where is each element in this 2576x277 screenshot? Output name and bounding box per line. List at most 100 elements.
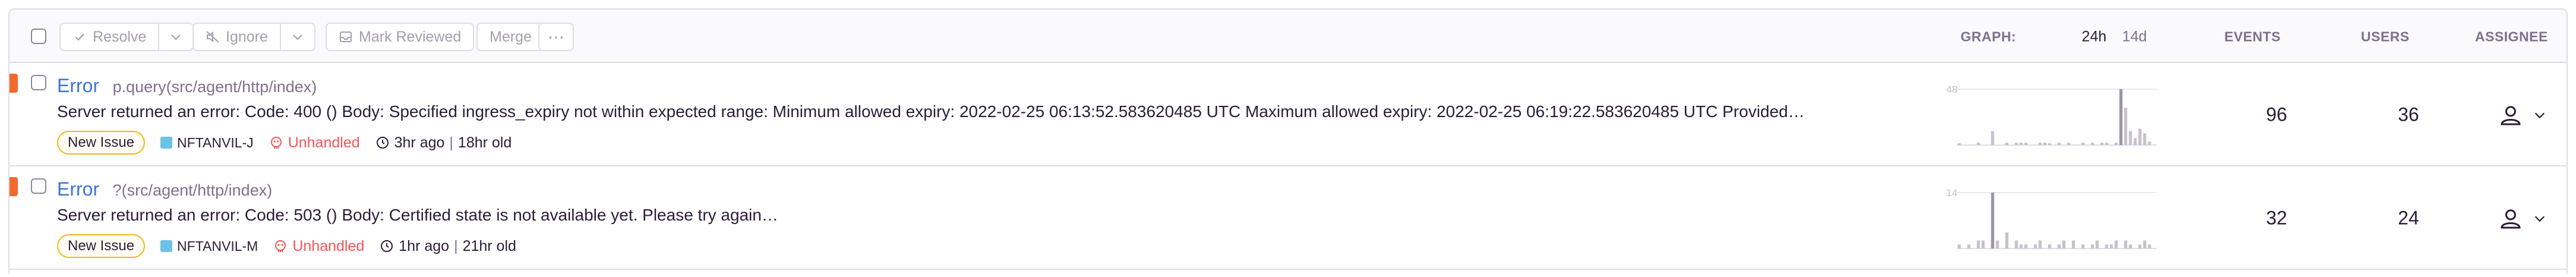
issue-list-header: Resolve Ignore Mark Reviewed Merge ⋯ GRA… [10,10,2566,63]
inbox-icon [340,32,352,42]
select-all-checkbox[interactable] [31,29,46,44]
sparkline-bar [2138,128,2142,145]
sparkline-bar [1996,240,1999,248]
last-seen: 3hr ago [394,134,445,151]
level-indicator [10,74,18,93]
sparkline-bar [2048,143,2051,145]
assignee-selector[interactable] [2499,103,2546,127]
issue-sparkline: 14 [1946,187,2157,249]
ignore-label: Ignore [226,28,268,45]
first-seen-age: 18hr old [457,134,512,151]
sparkline-bar [2005,232,2009,248]
sparkline-bar [2019,244,2023,248]
sparkline-bar [2100,143,2104,145]
sparkline-bar [2038,240,2042,248]
sparkline-bar [1991,131,1994,145]
graph-column-label: GRAPH: [1961,29,2016,45]
issue-times: 3hr ago | 18hr old [375,134,512,152]
issue-select-checkbox[interactable] [31,75,46,90]
issue-sparkline: 48 [1946,84,2157,146]
sparkline-bar [2081,244,2085,248]
events-count[interactable]: 32 [2266,207,2287,229]
issue-message: Server returned an error: Code: 400 () B… [57,102,1805,121]
check-icon [75,33,84,41]
more-actions-button-group: ⋯ [538,23,574,51]
sparkline-bar [1991,193,1994,248]
sparkline-bar [2114,240,2118,248]
sparkline-bar [2143,240,2146,248]
project-badge[interactable]: NFTANVIL-M [160,238,258,254]
users-column-label: USERS [2361,29,2410,45]
assignee-column-label: ASSIGNEE [2475,29,2548,45]
user-icon [2501,209,2521,229]
sparkline-bar [2015,240,2018,248]
ignore-button[interactable]: Ignore [194,24,280,50]
new-issue-badge: New Issue [57,131,146,155]
users-count[interactable]: 24 [2398,207,2419,229]
issue-meta: New Issue NFTANVIL-J Unhandled 3hr ago |… [57,131,512,155]
sparkline-bar [2057,244,2061,248]
sparkline-bar [2143,133,2146,145]
chevron-down-icon [2534,112,2545,119]
unhandled-icon [275,240,286,252]
issue-title-line: Error p.query(src/agent/http/index) [57,75,317,97]
sparkline-bar [1977,240,1980,248]
sparkline-bar [2138,244,2142,248]
project-icon [160,240,173,252]
events-count[interactable]: 96 [2266,104,2287,126]
issue-list-panel: Resolve Ignore Mark Reviewed Merge ⋯ GRA… [8,8,2568,273]
sparkline-bar [2105,244,2108,248]
sparkline-bar [1967,244,1971,248]
sparkline-bar [2110,244,2113,248]
sparkline-bar [2095,240,2099,248]
issue-times: 1hr ago | 21hr old [380,238,516,255]
sparkline-max-label: 48 [1946,84,1958,95]
sparkline-bar [2105,143,2108,145]
mark-reviewed-label: Mark Reviewed [359,28,462,45]
resolve-label: Resolve [93,28,147,45]
issue-select-checkbox[interactable] [31,178,46,194]
sparkline-bar [2129,131,2132,145]
clock-icon [381,240,393,252]
merge-button[interactable]: Merge [478,24,544,50]
chevron-down-icon [293,34,302,40]
issue-title-line: Error ?(src/agent/http/index) [57,178,272,200]
sparkline-bar [2072,240,2075,248]
issue-culprit: ?(src/agent/http/index) [112,181,273,199]
project-short-id: NFTANVIL-J [177,134,254,150]
merge-button-group: Merge [476,23,545,51]
sparkline-bar [2124,240,2127,248]
assignee-selector[interactable] [2499,207,2546,231]
sparkline-bar [2057,143,2061,145]
sparkline-bar [2124,108,2127,145]
issue-type-link[interactable]: Error [57,178,99,200]
issue-row[interactable]: Error ?(src/agent/http/index) Server ret… [10,166,2566,270]
sparkline-bar [2129,244,2132,248]
graph-period-24h[interactable]: 24h [2082,29,2107,46]
project-icon [160,137,173,149]
graph-period-14d[interactable]: 14d [2122,29,2147,46]
issue-row[interactable]: Error p.query(src/agent/http/index) Serv… [10,63,2566,166]
clock-icon [376,137,389,149]
users-count[interactable]: 36 [2398,104,2419,126]
more-actions-button[interactable]: ⋯ [539,24,573,50]
sparkline-bar [2024,244,2028,248]
events-column-label: EVENTS [2224,29,2281,45]
sparkline-bar [2024,143,2028,145]
sparkline-bar [1977,143,1980,145]
sparkline-bar [2119,89,2123,145]
mark-reviewed-button[interactable]: Mark Reviewed [327,24,473,50]
project-badge[interactable]: NFTANVIL-J [160,135,254,151]
sparkline-bar [2019,143,2023,145]
issue-type-link[interactable]: Error [57,75,99,96]
sparkline-bar [2081,143,2085,145]
unhandled-label: Unhandled [288,134,360,151]
sparkline-bar [1981,240,1985,248]
resolve-dropdown-button[interactable] [158,24,192,50]
sparkline-bar [2005,143,2009,145]
sparkline-bar [2015,143,2018,145]
resolve-button[interactable]: Resolve [61,24,158,50]
sparkline-max-label: 14 [1946,187,1958,199]
ignore-dropdown-button[interactable] [279,24,314,50]
sparkline-bar [1958,143,1961,145]
